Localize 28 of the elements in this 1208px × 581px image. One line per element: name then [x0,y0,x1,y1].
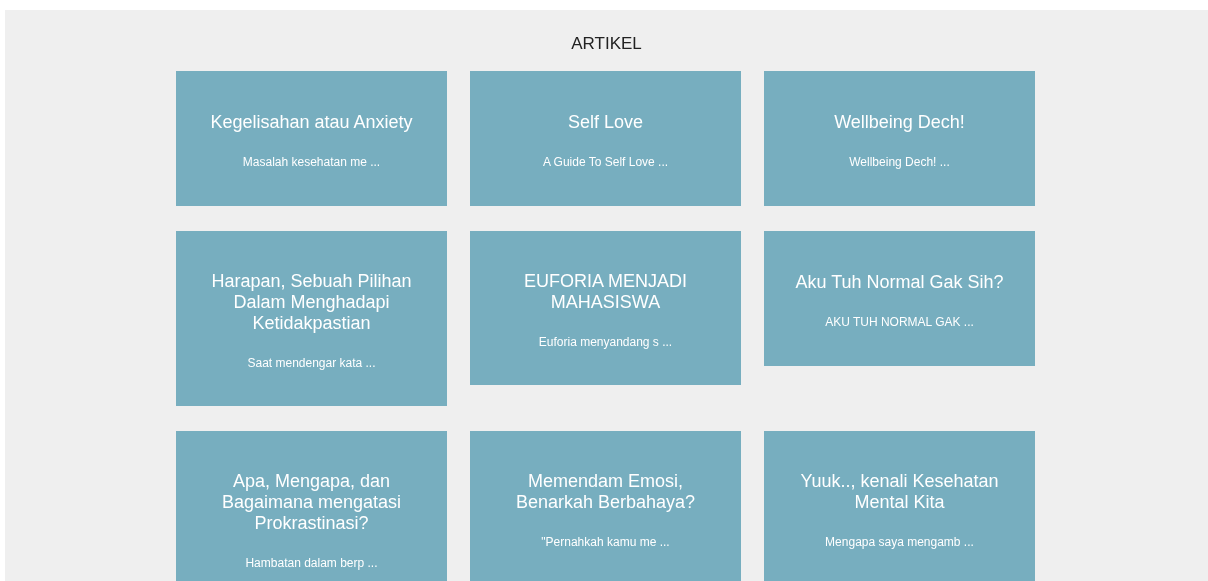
article-excerpt: AKU TUH NORMAL GAK ... [825,315,974,329]
article-excerpt: A Guide To Self Love ... [542,155,669,169]
article-card[interactable]: Aku Tuh Normal Gak Sih? AKU TUH NORMAL GAK ... [764,231,1035,366]
article-card[interactable]: Apa, Mengapa, dan Bagaimana mengatasi Prokrastinasi? Hambatan dalam berp ... [176,431,447,581]
article-card[interactable]: Wellbeing Dech! Wellbeing Dech! ... [764,71,1035,206]
article-card[interactable]: EUFORIA MENJADI MAHASISWA Euforia menyandang s ... [470,231,741,385]
article-title: Self Love [567,112,644,133]
article-excerpt: Hambatan dalam berp ... [245,556,378,570]
article-title: Apa, Mengapa, dan Bagaimana mengatasi Prokrastinasi? [220,471,403,534]
article-title: Yuuk.., kenali Kesehatan Mental Kita [799,471,1000,513]
article-title: Memendam Emosi, Benarkah Berbahaya? [514,471,697,513]
article-card[interactable]: Kegelisahan atau Anxiety Masalah kesehatan me ... [176,71,447,206]
article-title: Aku Tuh Normal Gak Sih? [795,272,1004,293]
article-title: Harapan, Sebuah Pilihan Dalam Menghadapi Ketidakpastian [210,271,413,334]
section-heading: ARTIKEL [570,34,643,54]
article-excerpt: Wellbeing Dech! ... [849,155,950,169]
article-excerpt: Mengapa saya mengamb ... [825,535,974,549]
article-title: Kegelisahan atau Anxiety [210,112,413,133]
article-excerpt: Euforia menyandang s ... [538,335,673,349]
article-card[interactable]: Memendam Emosi, Benarkah Berbahaya? "Pernahkah kamu me ... [470,431,741,581]
article-title: Wellbeing Dech! [834,112,965,133]
article-excerpt: "Pernahkah kamu me ... [541,535,670,549]
article-card[interactable]: Yuuk.., kenali Kesehatan Mental Kita Mengapa saya mengamb ... [764,431,1035,581]
article-title: EUFORIA MENJADI MAHASISWA [523,271,688,313]
article-card[interactable]: Self Love A Guide To Self Love ... [470,71,741,206]
article-excerpt: Masalah kesehatan me ... [242,155,381,169]
article-card[interactable]: Harapan, Sebuah Pilihan Dalam Menghadapi Ketidakpastian Saat mendengar kata ... [176,231,447,406]
article-excerpt: Saat mendengar kata ... [247,356,376,370]
